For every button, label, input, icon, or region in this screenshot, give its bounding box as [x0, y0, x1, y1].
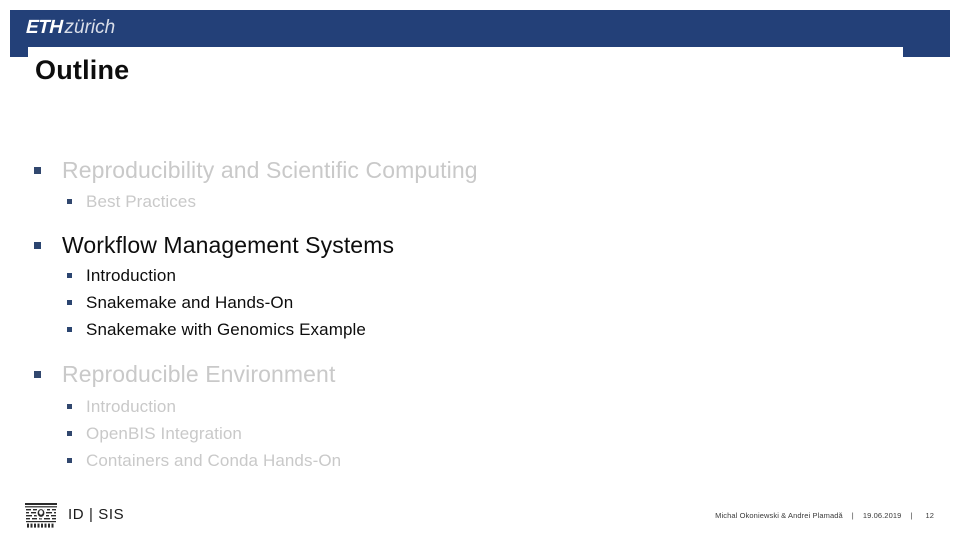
- outline-subitem: Containers and Conda Hands-On: [67, 450, 914, 471]
- outline-section-label: Reproducible Environment: [62, 361, 336, 387]
- footer-unit-label: ID | SIS: [68, 506, 125, 523]
- eth-logo-mark: ETH: [25, 17, 63, 38]
- outline-subitem: Snakemake with Genomics Example: [67, 319, 914, 340]
- slide-canvas: ETH zürich Outline Reproducibility and S…: [0, 0, 960, 540]
- outline-subitem-label: OpenBIS Integration: [86, 424, 242, 443]
- outline-section: Reproducibility and Scientific Computing…: [34, 157, 914, 212]
- square-bullet-icon: [67, 404, 72, 409]
- outline-subitem-label: Best Practices: [86, 192, 197, 211]
- eth-zurich-logo: ETH zürich: [25, 17, 116, 41]
- footer-page-number: 12: [925, 511, 934, 520]
- square-bullet-icon: [67, 431, 72, 436]
- square-bullet-icon: [67, 458, 72, 463]
- square-bullet-icon: [67, 327, 72, 332]
- outline-subitem-label: Introduction: [86, 397, 177, 416]
- square-bullet-icon: [34, 371, 41, 378]
- outline-section: Workflow Management Systems Introduction…: [34, 232, 914, 340]
- footer-separator-2: |: [910, 511, 913, 520]
- outline-subitem-label: Snakemake and Hands-On: [86, 293, 294, 312]
- footer-authors: Michal Okoniewski & Andrei Plamadă: [715, 511, 843, 520]
- outline-subitem-label: Introduction: [86, 266, 177, 285]
- outline-subitem-label: Snakemake with Genomics Example: [86, 320, 366, 339]
- outline-section-label: Reproducibility and Scientific Computing: [62, 157, 478, 183]
- outline-sublist: Best Practices: [34, 191, 914, 212]
- outline-sublist: Introduction Snakemake and Hands-On Snak…: [34, 265, 914, 340]
- square-bullet-icon: [34, 242, 41, 249]
- outline-subitem-label: Containers and Conda Hands-On: [86, 451, 342, 470]
- eth-logo-wordmark: zürich: [64, 17, 116, 38]
- outline-section-heading: Reproducibility and Scientific Computing: [34, 157, 914, 184]
- eth-crest-icon: [25, 503, 57, 528]
- footer-separator-1: |: [851, 511, 854, 520]
- outline-list: Reproducibility and Scientific Computing…: [34, 157, 914, 471]
- outline-section-heading: Reproducible Environment: [34, 361, 914, 388]
- outline-subitem: OpenBIS Integration: [67, 423, 914, 444]
- outline-subitem: Introduction: [67, 265, 914, 286]
- outline-section-label: Workflow Management Systems: [62, 232, 395, 258]
- outline-subitem: Best Practices: [67, 191, 914, 212]
- page-title: Outline: [35, 55, 130, 85]
- outline-sublist: Introduction OpenBIS Integration Contain…: [34, 396, 914, 471]
- outline-subitem: Snakemake and Hands-On: [67, 292, 914, 313]
- square-bullet-icon: [67, 300, 72, 305]
- footer-date: 19.06.2019: [862, 511, 902, 520]
- square-bullet-icon: [67, 273, 72, 278]
- outline-subitem: Introduction: [67, 396, 914, 417]
- header-tab-right: [903, 47, 950, 57]
- header-bar: [10, 10, 950, 47]
- outline-section: Reproducible Environment Introduction Op…: [34, 361, 914, 471]
- outline-section-heading: Workflow Management Systems: [34, 232, 914, 259]
- square-bullet-icon: [34, 167, 41, 174]
- header-tab-left: [10, 47, 28, 57]
- square-bullet-icon: [67, 199, 72, 204]
- footer-meta: Michal Okoniewski & Andrei Plamadă | 19.…: [715, 511, 934, 520]
